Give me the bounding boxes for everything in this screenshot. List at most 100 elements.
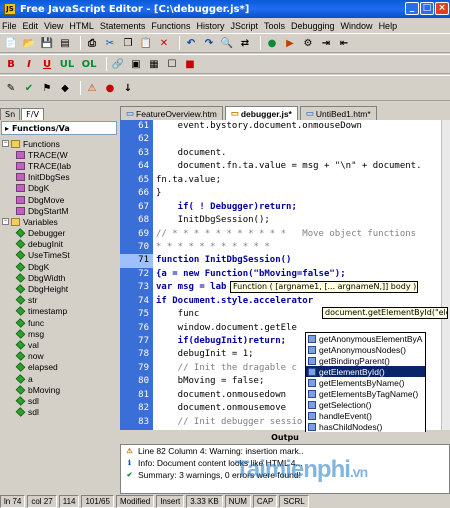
new-icon[interactable]: 📄 [4, 36, 18, 50]
paste-icon[interactable]: 📋 [139, 36, 153, 50]
italic-button[interactable]: I [22, 57, 36, 71]
menu-item-view[interactable]: View [44, 21, 63, 31]
menu-item-edit[interactable]: Edit [23, 21, 39, 31]
collapse-icon[interactable]: − [2, 218, 9, 226]
tree-function-item[interactable]: TRACE(lab [2, 160, 116, 171]
menu-bar: File Edit View HTML Statements Functions Histo… [0, 18, 450, 33]
tree-variable-item[interactable]: DbgHeight [2, 283, 116, 294]
tree-variable-item[interactable]: elapsed [2, 362, 116, 373]
table-icon[interactable]: ▦ [147, 57, 161, 71]
tree-variable-item[interactable]: func [2, 317, 116, 328]
tree-variable-item[interactable]: debugInit [2, 239, 116, 250]
tag-icon[interactable]: ◆ [58, 81, 72, 95]
redo-icon[interactable]: ↷ [202, 36, 216, 50]
tab-snippets[interactable]: Sn [0, 108, 21, 120]
save-icon[interactable]: 💾 [40, 36, 54, 50]
tab-untitled[interactable]: ▭ UntiBed1.htm* [299, 106, 377, 120]
tree-variable-item[interactable]: timestamp [2, 306, 116, 317]
tree-variable-item[interactable]: UseTimeSt [2, 250, 116, 261]
settings-icon[interactable]: ⚙ [301, 36, 315, 50]
print-icon[interactable]: ⎙ [85, 36, 99, 50]
menu-item-html[interactable]: HTML [69, 21, 94, 31]
step-icon[interactable]: ↓ [121, 81, 135, 95]
ordered-list-button[interactable]: OL [80, 57, 98, 71]
minimize-button[interactable]: _ [405, 2, 419, 15]
menu-item-statements[interactable]: Statements [100, 21, 146, 31]
collapse-icon[interactable]: − [2, 140, 9, 148]
tree-variable-item[interactable]: str [2, 295, 116, 306]
menu-item-history[interactable]: History [196, 21, 224, 31]
tree-variable-item[interactable]: Debugger [2, 228, 116, 239]
tab-functions-variables[interactable]: F/V [21, 108, 44, 120]
menu-item-window[interactable]: Window [341, 21, 373, 31]
indent-icon[interactable]: ⇥ [319, 36, 333, 50]
replace-icon[interactable]: ⇄ [238, 36, 252, 50]
tree-variable-item[interactable]: DbgWidth [2, 272, 116, 283]
tree-function-item[interactable]: DbgK [2, 183, 116, 194]
color-icon[interactable]: ■ [183, 57, 197, 71]
breakpoint-icon[interactable]: ● [103, 81, 117, 95]
tree-variables-node[interactable]: − Variables [2, 216, 116, 227]
tab-feature-overview[interactable]: ▭ FeatureOverview.htm [120, 106, 223, 120]
menu-item-file[interactable]: File [2, 21, 17, 31]
run-icon[interactable]: ▶ [283, 36, 297, 50]
tool-icon[interactable]: ✎ [4, 81, 18, 95]
debug-icon[interactable]: ⚠ [85, 81, 99, 95]
functions-variables-combo[interactable]: ▸ Functions/Va [1, 121, 117, 135]
tree-variable-item[interactable]: msg [2, 328, 116, 339]
browser-icon[interactable]: ● [265, 36, 279, 50]
tree-variable-item[interactable]: now [2, 351, 116, 362]
tree-functions-node[interactable]: − Functions [2, 138, 116, 149]
close-button[interactable]: × [435, 2, 449, 15]
maximize-button[interactable]: □ [420, 2, 434, 15]
code-line: if( ! Debugger)return; [156, 201, 297, 212]
code-line: document.fn.ta.value = msg + "\n" + docu… [156, 161, 422, 172]
tree-function-item[interactable]: DbgStartM [2, 205, 116, 216]
form-icon[interactable]: ☐ [165, 57, 179, 71]
copy-icon[interactable]: ❐ [121, 36, 135, 50]
open-icon[interactable]: 📂 [22, 36, 36, 50]
bold-button[interactable]: B [4, 57, 18, 71]
menu-item-jscript[interactable]: JScript [230, 21, 258, 31]
variable-name: sdl [28, 395, 39, 406]
tree-variable-item[interactable]: bMoving [2, 384, 116, 395]
menu-item-help[interactable]: Help [379, 21, 398, 31]
completion-item[interactable]: hasChildNodes() [306, 421, 425, 432]
tree-variable-item[interactable]: a [2, 373, 116, 384]
vertical-scrollbar[interactable] [441, 120, 450, 430]
menu-item-debugging[interactable]: Debugging [291, 21, 335, 31]
check-icon[interactable]: ✔ [22, 81, 36, 95]
tree-variable-item[interactable]: DbgK [2, 261, 116, 272]
link-icon[interactable]: 🔗 [111, 57, 125, 71]
save-all-icon[interactable]: ▤ [58, 36, 72, 50]
completion-item[interactable]: getElementById() [306, 366, 425, 377]
tree-function-item[interactable]: DbgMove [2, 194, 116, 205]
undo-icon[interactable]: ↶ [184, 36, 198, 50]
completion-item[interactable]: getBindingParent() [306, 355, 425, 366]
line-number: 76 [138, 322, 149, 333]
completion-item[interactable]: handleEvent() [306, 410, 425, 421]
completion-item[interactable]: getElementsByName() [306, 377, 425, 388]
tree-variable-item[interactable]: sdl [2, 395, 116, 406]
variable-name: debugInit [28, 239, 63, 250]
completion-item[interactable]: getSelection() [306, 399, 425, 410]
bookmark-icon[interactable]: ⚑ [40, 81, 54, 95]
code-line: document. [156, 147, 227, 158]
outdent-icon[interactable]: ⇤ [337, 36, 351, 50]
tree-function-item[interactable]: TRACE(W [2, 149, 116, 160]
completion-item[interactable]: getAnonymousElementByA [306, 333, 425, 344]
image-icon[interactable]: ▣ [129, 57, 143, 71]
delete-icon[interactable]: ✕ [157, 36, 171, 50]
completion-item[interactable]: getElementsByTagName() [306, 388, 425, 399]
completion-item[interactable]: getAnonymousNodes() [306, 344, 425, 355]
menu-item-functions[interactable]: Functions [151, 21, 190, 31]
unordered-list-button[interactable]: UL [58, 57, 76, 71]
cut-icon[interactable]: ✂ [103, 36, 117, 50]
tree-variable-item[interactable]: sdl [2, 407, 116, 418]
underline-button[interactable]: U [40, 57, 54, 71]
find-icon[interactable]: 🔍 [220, 36, 234, 50]
tree-function-item[interactable]: InitDbgSes [2, 172, 116, 183]
tree-variable-item[interactable]: val [2, 339, 116, 350]
menu-item-tools[interactable]: Tools [264, 21, 285, 31]
tab-debugger-js[interactable]: ▭ debugger.js* [224, 106, 298, 120]
